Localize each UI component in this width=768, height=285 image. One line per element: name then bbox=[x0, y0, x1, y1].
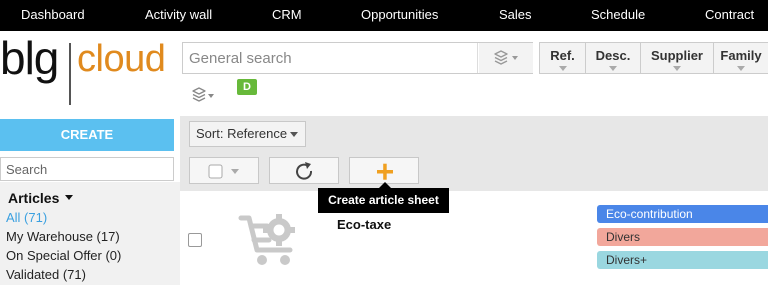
nav-activity-wall[interactable]: Activity wall bbox=[145, 7, 212, 22]
sidebar-item-all[interactable]: All (71) bbox=[6, 210, 47, 225]
chevron-down-icon bbox=[737, 66, 745, 71]
search-scope-dropdown[interactable] bbox=[479, 43, 533, 73]
general-search bbox=[182, 42, 533, 74]
articles-section-title[interactable]: Articles bbox=[8, 190, 59, 206]
column-family-button[interactable]: Family bbox=[713, 42, 768, 74]
logo-text-blg: blg bbox=[0, 32, 59, 84]
column-desc-label: Desc. bbox=[595, 48, 631, 63]
column-ref-label: Ref. bbox=[550, 48, 575, 63]
plus-icon bbox=[377, 163, 393, 180]
add-article-button[interactable] bbox=[349, 157, 419, 184]
column-supplier-label: Supplier bbox=[650, 48, 703, 63]
create-button[interactable]: CREATE bbox=[0, 119, 174, 151]
chevron-down-icon bbox=[673, 66, 681, 71]
tooltip: Create article sheet bbox=[318, 188, 449, 213]
sidebar-item-special-offer[interactable]: On Special Offer (0) bbox=[6, 248, 121, 263]
sort-label: Sort: Reference bbox=[196, 126, 288, 141]
app-logo[interactable]: blg cloud bbox=[0, 32, 180, 109]
column-ref-button[interactable]: Ref. bbox=[539, 42, 586, 74]
nav-opportunities[interactable]: Opportunities bbox=[361, 7, 438, 22]
nav-crm[interactable]: CRM bbox=[272, 7, 302, 22]
chevron-down-icon bbox=[609, 66, 617, 71]
column-family-label: Family bbox=[720, 48, 762, 63]
sidebar-item-my-warehouse[interactable]: My Warehouse (17) bbox=[6, 229, 120, 244]
article-name[interactable]: Eco-taxe bbox=[337, 217, 391, 232]
top-navigation: Dashboard Activity wall CRM Opportunitie… bbox=[0, 0, 768, 31]
select-all-dropdown[interactable] bbox=[189, 157, 259, 184]
logo-separator bbox=[69, 43, 71, 105]
sort-dropdown[interactable]: Sort: Reference bbox=[189, 121, 306, 147]
nav-schedule[interactable]: Schedule bbox=[591, 7, 645, 22]
layers-icon bbox=[192, 87, 214, 102]
nav-contract[interactable]: Contract bbox=[705, 7, 754, 22]
column-desc-button[interactable]: Desc. bbox=[585, 42, 641, 74]
general-search-input[interactable] bbox=[183, 43, 478, 73]
status-badge[interactable]: D bbox=[237, 79, 257, 95]
layers-icon bbox=[494, 50, 518, 65]
nav-dashboard[interactable]: Dashboard bbox=[21, 7, 85, 22]
caret-down-icon[interactable] bbox=[65, 195, 73, 200]
tag-divers[interactable]: Divers bbox=[597, 228, 768, 246]
row-checkbox[interactable] bbox=[188, 233, 202, 247]
tag-eco-contribution[interactable]: Eco-contribution bbox=[597, 205, 768, 223]
tag-divers-plus[interactable]: Divers+ bbox=[597, 251, 768, 269]
shopping-cart-gear-icon bbox=[238, 214, 295, 265]
sidebar-item-validated[interactable]: Validated (71) bbox=[6, 267, 86, 282]
chevron-down-icon bbox=[558, 66, 567, 71]
nav-sales[interactable]: Sales bbox=[499, 7, 532, 22]
logo-text-cloud: cloud bbox=[77, 38, 166, 80]
sidebar-search-input[interactable] bbox=[0, 157, 174, 181]
refresh-button[interactable] bbox=[269, 157, 339, 184]
refresh-icon bbox=[296, 162, 313, 180]
chevron-down-icon bbox=[290, 132, 298, 137]
checkbox-icon bbox=[208, 164, 239, 179]
layers-selector-button[interactable] bbox=[190, 86, 220, 104]
column-supplier-button[interactable]: Supplier bbox=[640, 42, 714, 74]
